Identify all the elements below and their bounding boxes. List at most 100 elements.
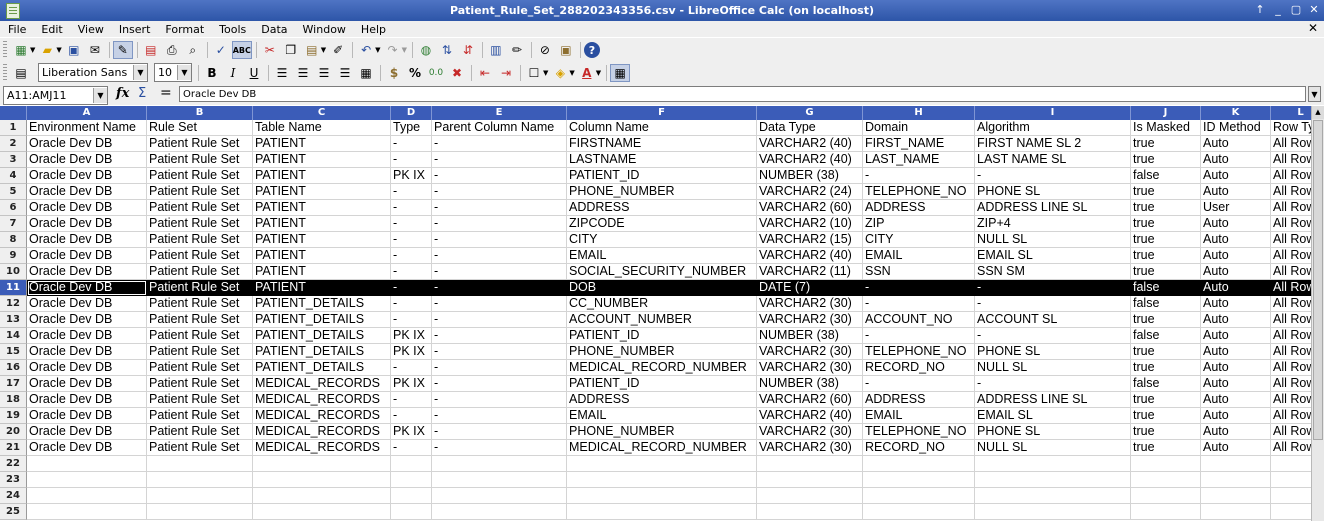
cell-k24[interactable] [1201,488,1271,504]
cell-i5[interactable]: PHONE SL [975,184,1131,200]
cell-j4[interactable]: false [1131,168,1201,184]
cell-h15[interactable]: TELEPHONE_NO [863,344,975,360]
cell-h11[interactable]: - [863,280,975,296]
cell-g15[interactable]: VARCHAR2 (30) [757,344,863,360]
cell-a6[interactable]: Oracle Dev DB [27,200,147,216]
close-window-button[interactable]: ✕ [1308,3,1320,16]
cell-h18[interactable]: ADDRESS [863,392,975,408]
cell-l21[interactable]: All Row [1271,440,1311,456]
scrollbar-thumb[interactable] [1313,120,1323,440]
column-header-f[interactable]: F [567,106,757,120]
cell-h12[interactable]: - [863,296,975,312]
cell-i13[interactable]: ACCOUNT SL [975,312,1131,328]
cell-a8[interactable]: Oracle Dev DB [27,232,147,248]
cell-c1[interactable]: Table Name [253,120,391,136]
cell-e9[interactable]: - [432,248,567,264]
cell-d16[interactable]: - [391,360,432,376]
menu-data[interactable]: Data [253,23,294,36]
cell-c25[interactable] [253,504,391,520]
cell-c4[interactable]: PATIENT [253,168,391,184]
close-document-icon[interactable]: ✕ [1308,21,1318,35]
row-header-10[interactable]: 10 [0,264,27,280]
row-header-25[interactable]: 25 [0,504,27,520]
cell-c13[interactable]: PATIENT_DETAILS [253,312,391,328]
cell-d3[interactable]: - [391,152,432,168]
cell-g10[interactable]: VARCHAR2 (11) [757,264,863,280]
cell-e20[interactable]: - [432,424,567,440]
cell-j19[interactable]: true [1131,408,1201,424]
column-header-k[interactable]: K [1201,106,1271,120]
cell-l23[interactable] [1271,472,1311,488]
maximize-button[interactable]: ▢ [1290,3,1302,16]
cell-h6[interactable]: ADDRESS [863,200,975,216]
expand-formula-bar-icon[interactable]: ▼ [1308,86,1321,102]
cell-k9[interactable]: Auto [1201,248,1271,264]
export-pdf-icon[interactable]: ▤ [141,41,161,59]
cell-i22[interactable] [975,456,1131,472]
cell-d14[interactable]: PK IX [391,328,432,344]
cell-f24[interactable] [567,488,757,504]
row-header-24[interactable]: 24 [0,488,27,504]
cell-g19[interactable]: VARCHAR2 (40) [757,408,863,424]
gallery-icon[interactable]: ▣ [556,41,576,59]
menu-edit[interactable]: Edit [33,23,69,36]
cell-l24[interactable] [1271,488,1311,504]
cell-k1[interactable]: ID Method [1201,120,1271,136]
cell-e24[interactable] [432,488,567,504]
styles-and-formatting-icon[interactable]: ▤ [11,64,31,82]
cell-i8[interactable]: NULL SL [975,232,1131,248]
cell-e23[interactable] [432,472,567,488]
paste-icon[interactable]: ▤ [302,41,322,59]
cell-i16[interactable]: NULL SL [975,360,1131,376]
column-header-b[interactable]: B [147,106,253,120]
cell-c8[interactable]: PATIENT [253,232,391,248]
cell-a1[interactable]: Environment Name [27,120,147,136]
row-header-14[interactable]: 14 [0,328,27,344]
cell-f25[interactable] [567,504,757,520]
cell-c14[interactable]: PATIENT_DETAILS [253,328,391,344]
cell-k15[interactable]: Auto [1201,344,1271,360]
cell-f15[interactable]: PHONE_NUMBER [567,344,757,360]
menu-help[interactable]: Help [353,23,393,36]
decrease-indent-icon[interactable]: ⇤ [475,64,495,82]
cell-b24[interactable] [147,488,253,504]
percent-format-button[interactable]: % [405,64,425,82]
cell-f21[interactable]: MEDICAL_RECORD_NUMBER [567,440,757,456]
cell-c22[interactable] [253,456,391,472]
cell-e6[interactable]: - [432,200,567,216]
cell-f14[interactable]: PATIENT_ID [567,328,757,344]
cell-g1[interactable]: Data Type [757,120,863,136]
cell-c10[interactable]: PATIENT [253,264,391,280]
cell-c2[interactable]: PATIENT [253,136,391,152]
undo-icon[interactable]: ↶ [356,41,376,59]
chevron-down-icon[interactable]: ▼ [133,65,147,80]
cell-j1[interactable]: Is Masked [1131,120,1201,136]
cell-h22[interactable] [863,456,975,472]
cell-b13[interactable]: Patient Rule Set [147,312,253,328]
cell-a17[interactable]: Oracle Dev DB [27,376,147,392]
print-preview-icon[interactable]: ⌕ [183,41,203,59]
hyperlink-icon[interactable]: ◍ [416,41,436,59]
cell-g13[interactable]: VARCHAR2 (30) [757,312,863,328]
cell-l18[interactable]: All Row [1271,392,1311,408]
cell-e18[interactable]: - [432,392,567,408]
chevron-down-icon[interactable]: ▼ [177,65,191,80]
cell-k6[interactable]: User [1201,200,1271,216]
cell-j7[interactable]: true [1131,216,1201,232]
borders-dropdown-icon[interactable]: ▼ [543,69,548,77]
cell-b6[interactable]: Patient Rule Set [147,200,253,216]
cell-j20[interactable]: true [1131,424,1201,440]
cell-b9[interactable]: Patient Rule Set [147,248,253,264]
cell-l20[interactable]: All Row [1271,424,1311,440]
cell-l16[interactable]: All Row [1271,360,1311,376]
row-header-7[interactable]: 7 [0,216,27,232]
cell-k4[interactable]: Auto [1201,168,1271,184]
function-wizard-icon[interactable]: fx [116,86,129,101]
cell-h16[interactable]: RECORD_NO [863,360,975,376]
cell-l3[interactable]: All Row [1271,152,1311,168]
cell-j17[interactable]: false [1131,376,1201,392]
cell-b10[interactable]: Patient Rule Set [147,264,253,280]
cell-a9[interactable]: Oracle Dev DB [27,248,147,264]
cell-k16[interactable]: Auto [1201,360,1271,376]
formula-input[interactable]: Oracle Dev DB [179,86,1306,102]
